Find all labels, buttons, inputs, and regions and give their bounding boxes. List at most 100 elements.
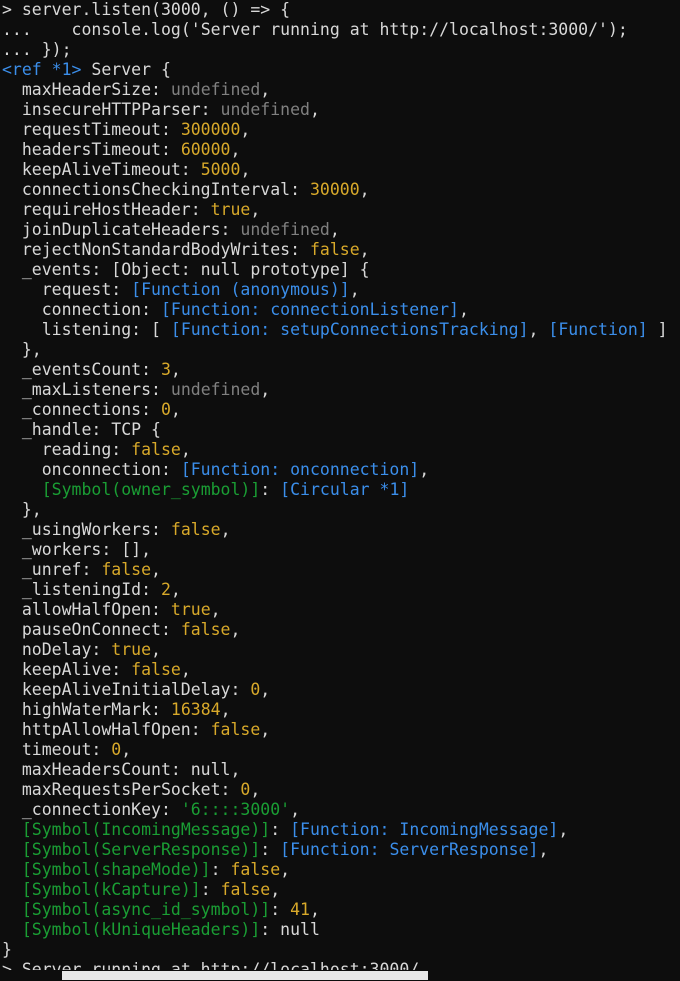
terminal-line: ... });: [0, 40, 680, 60]
token-ref: <ref *1>: [2, 60, 82, 79]
token-plain: ,: [558, 820, 569, 839]
terminal-line: [Symbol(async_id_symbol)]: 41,: [0, 900, 680, 920]
token-plain: :: [200, 880, 221, 899]
token-number: 0: [250, 680, 261, 699]
token-plain: ,: [309, 100, 320, 119]
token-plain: :: [210, 860, 231, 879]
token-plain: ,: [151, 640, 161, 659]
token-function: [Function: ServerResponse]: [280, 840, 539, 859]
token-plain: Server {: [81, 60, 171, 79]
terminal-line: onconnection: [Function: onconnection],: [0, 460, 680, 480]
token-plain: ,: [220, 700, 231, 719]
terminal-line: keepAlive: false,: [0, 660, 680, 680]
token-number: 3: [160, 360, 171, 379]
token-null: null: [190, 760, 231, 779]
token-plain: ,: [170, 360, 181, 379]
terminal-line: [Symbol(owner_symbol)]: [Circular *1]: [0, 480, 680, 500]
token-plain: ,: [260, 380, 271, 399]
token-plain: ,: [419, 460, 430, 479]
terminal-line: maxHeaderSize: undefined,: [0, 80, 680, 100]
token-null: null: [280, 920, 320, 939]
token-plain: ,: [230, 760, 241, 779]
token-plain: allowHalfOpen:: [2, 600, 171, 619]
token-boolean: false: [309, 240, 360, 259]
terminal-line: maxHeadersCount: null,: [0, 760, 680, 780]
terminal-line: },: [0, 500, 680, 520]
terminal-line: [Symbol(kUniqueHeaders)]: null: [0, 920, 680, 940]
terminal-output[interactable]: > server.listen(3000, () => {... console…: [0, 0, 680, 980]
token-symbol: [Symbol(IncomingMessage)]: [21, 820, 271, 839]
token-symbol: [Symbol(kUniqueHeaders)]: [21, 920, 261, 939]
token-plain: _listeningId:: [2, 580, 161, 599]
token-boolean: false: [210, 720, 261, 739]
token-plain: }: [2, 940, 12, 959]
terminal-window[interactable]: > server.listen(3000, () => {... console…: [0, 0, 680, 981]
token-plain: :: [260, 840, 281, 859]
token-function: [Function: setupConnectionsTracking]: [170, 320, 529, 339]
token-symbol: [Symbol(async_id_symbol)]: [21, 900, 271, 919]
terminal-line: _connections: 0,: [0, 400, 680, 420]
token-plain: });: [41, 40, 72, 59]
token-plain: ,: [528, 320, 549, 339]
token-plain: keepAliveInitialDelay:: [2, 680, 251, 699]
token-plain: request:: [2, 280, 132, 299]
terminal-line: _unref: false,: [0, 560, 680, 580]
terminal-line: listening: [ [Function: setupConnections…: [0, 320, 680, 340]
token-plain: ,: [458, 300, 469, 319]
token-plain: ,: [240, 160, 251, 179]
token-plain: ,: [170, 580, 181, 599]
token-plain: headersTimeout:: [2, 140, 181, 159]
token-number: 60000: [180, 140, 231, 159]
terminal-line: connectionsCheckingInterval: 30000,: [0, 180, 680, 200]
token-plain: ,: [240, 120, 251, 139]
terminal-line: _maxListeners: undefined,: [0, 380, 680, 400]
terminal-line: ... console.log('Server running at http:…: [0, 20, 680, 40]
token-plain: ,: [270, 880, 281, 899]
token-plain: ,: [180, 440, 191, 459]
horizontal-scrollbar-thumb[interactable]: [62, 971, 428, 980]
token-plain: httpAllowHalfOpen:: [2, 720, 211, 739]
token-plain: },: [2, 340, 42, 359]
terminal-line: keepAliveTimeout: 5000,: [0, 160, 680, 180]
terminal-line: highWaterMark: 16384,: [0, 700, 680, 720]
token-plain: _usingWorkers:: [2, 520, 171, 539]
token-plain: ,: [170, 400, 181, 419]
token-plain: ,: [349, 280, 360, 299]
terminal-line: maxRequestsPerSocket: 0,: [0, 780, 680, 800]
terminal-line: headersTimeout: 60000,: [0, 140, 680, 160]
token-string: '6::::3000': [180, 800, 291, 819]
token-plain: keepAliveTimeout:: [2, 160, 201, 179]
token-number: 300000: [180, 120, 241, 139]
token-boolean: false: [131, 440, 181, 459]
token-plain: connectionsCheckingInterval:: [2, 180, 310, 199]
horizontal-scrollbar-track[interactable]: [0, 970, 680, 981]
token-plain: ,: [220, 520, 231, 539]
terminal-line: httpAllowHalfOpen: false,: [0, 720, 680, 740]
token-number: 0: [240, 780, 251, 799]
token-plain: ,: [210, 600, 221, 619]
token-number: 30000: [309, 180, 360, 199]
token-plain: onconnection:: [2, 460, 181, 479]
token-plain: console.log('Server running at http://lo…: [41, 20, 628, 39]
token-plain: ]: [647, 320, 668, 339]
token-number: 0: [111, 740, 122, 759]
token-plain: _unref:: [2, 560, 102, 579]
token-plain: ,: [250, 200, 261, 219]
terminal-line: _usingWorkers: false,: [0, 520, 680, 540]
token-plain: ,: [359, 240, 370, 259]
token-symbol: [Symbol(owner_symbol)]: [41, 480, 261, 499]
terminal-line: [Symbol(shapeMode)]: false,: [0, 860, 680, 880]
token-plain: :: [260, 480, 281, 499]
token-function: [Function (anonymous)]: [131, 280, 350, 299]
token-boolean: false: [101, 560, 152, 579]
token-plain: ,: [280, 860, 291, 879]
token-plain: highWaterMark:: [2, 700, 171, 719]
terminal-line: insecureHTTPParser: undefined,: [0, 100, 680, 120]
token-symbol: [Symbol(kCapture)]: [21, 880, 201, 899]
